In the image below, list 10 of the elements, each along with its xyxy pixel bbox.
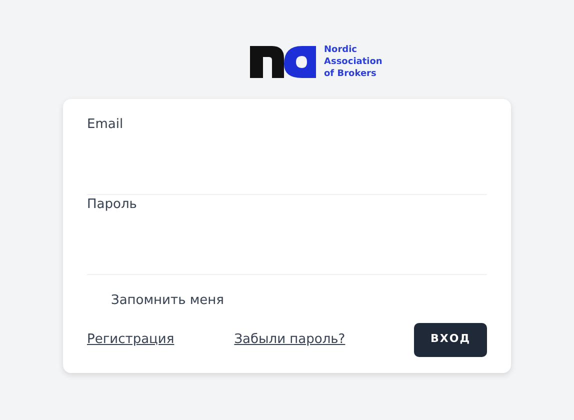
login-button[interactable]: ВХОД [414, 322, 487, 356]
field-label: Пароль [87, 196, 138, 214]
input-field[interactable]: Пароль [87, 195, 487, 275]
brand-name: Nordic Association of Brokers [324, 44, 384, 80]
forgot-password-link[interactable]: Забыли пароль? [234, 330, 346, 350]
field-label: Email [87, 116, 124, 134]
register-link[interactable]: Регистрация [87, 330, 174, 350]
logo-icon [250, 44, 318, 80]
input-field[interactable]: Email [87, 115, 487, 195]
remember-me-label[interactable]: Запомнить меня [111, 291, 487, 310]
